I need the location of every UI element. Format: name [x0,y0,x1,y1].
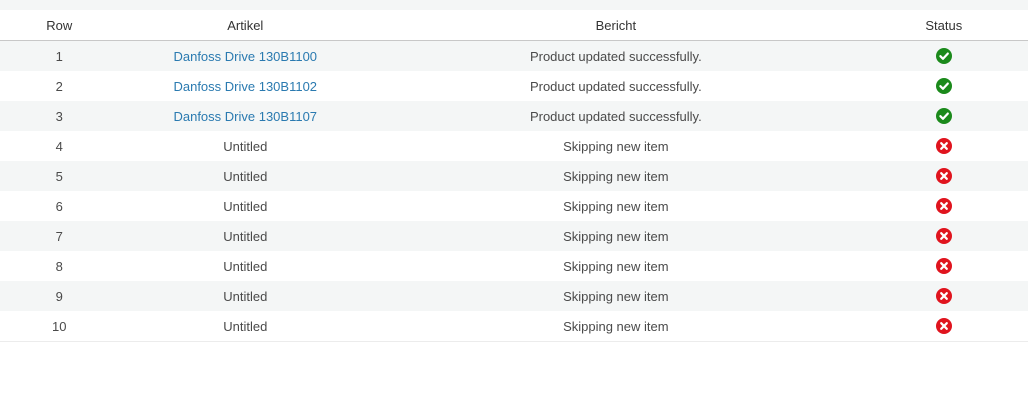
bericht-text: Skipping new item [563,228,669,244]
bericht-text: Product updated successfully. [529,48,702,64]
bericht-text: Skipping new item [563,288,669,304]
row-number: 4 [55,138,63,154]
bericht-text: Skipping new item [563,258,669,274]
status-cell [860,41,1028,71]
check-circle-icon [935,78,952,94]
row-number: 8 [55,258,63,274]
table-header: Row Artikel Bericht Status [0,10,1028,41]
status-cell [860,161,1028,191]
artikel-text: Untitled [223,228,268,244]
artikel-text: Untitled [223,198,268,214]
table-body: 1 Danfoss Drive 130B1100 Product updated s… [0,41,1028,342]
bericht-text: Skipping new item [563,138,669,154]
bericht-text: Product updated successfully. [529,108,702,124]
x-circle-icon [935,138,952,154]
x-circle-icon [935,318,952,334]
artikel-text: Untitled [223,168,268,184]
x-circle-icon [935,168,952,184]
table-row: 8 Untitled Skipping new item [0,251,1028,281]
table-row: 5 Untitled Skipping new item [0,161,1028,191]
row-number: 7 [55,228,63,244]
check-circle-icon [935,108,952,124]
status-cell [860,281,1028,311]
row-number: 6 [55,198,63,214]
check-circle-icon [935,48,952,64]
bericht-text: Skipping new item [563,318,669,334]
artikel-text: Untitled [223,288,268,304]
header-status[interactable]: Status [860,10,1028,40]
table-row: 2 Danfoss Drive 130B1102 Product updated s… [0,71,1028,101]
table-row: 9 Untitled Skipping new item [0,281,1028,311]
table-row: 4 Untitled Skipping new item [0,131,1028,161]
x-circle-icon [935,288,952,304]
row-number: 3 [55,108,63,124]
header-bericht[interactable]: Bericht [372,10,860,40]
artikel-link[interactable]: Danfoss Drive 130B1107 [118,101,372,131]
x-circle-icon [935,228,952,244]
row-number: 1 [55,48,63,64]
row-number: 9 [55,288,63,304]
row-number: 2 [55,78,63,94]
table-row: 1 Danfoss Drive 130B1100 Product updated s… [0,41,1028,71]
status-cell [860,71,1028,101]
artikel-link[interactable]: Danfoss Drive 130B1100 [118,41,372,71]
table-row: 3 Danfoss Drive 130B1107 Product updated s… [0,101,1028,131]
status-cell [860,251,1028,281]
import-results-table: Row Artikel Bericht Status 1 Danfoss Driv… [0,10,1028,342]
artikel-text: Untitled [223,138,268,154]
x-circle-icon [935,198,952,214]
status-cell [860,311,1028,341]
table-row: 6 Untitled Skipping new item [0,191,1028,221]
status-cell [860,101,1028,131]
bericht-text: Skipping new item [563,198,669,214]
bericht-text: Skipping new item [563,168,669,184]
artikel-text: Untitled [223,318,268,334]
status-cell [860,191,1028,221]
header-artikel[interactable]: Artikel [118,10,372,40]
top-strip [0,0,1028,10]
x-circle-icon [935,258,952,274]
status-cell [860,221,1028,251]
bericht-text: Product updated successfully. [529,78,702,94]
artikel-link[interactable]: Danfoss Drive 130B1102 [118,71,372,101]
artikel-text: Untitled [223,258,268,274]
table-row: 10 Untitled Skipping new item [0,311,1028,342]
row-number: 5 [55,168,63,184]
header-row[interactable]: Row [0,10,118,40]
table-row: 7 Untitled Skipping new item [0,221,1028,251]
row-number: 10 [52,318,67,334]
status-cell [860,131,1028,161]
